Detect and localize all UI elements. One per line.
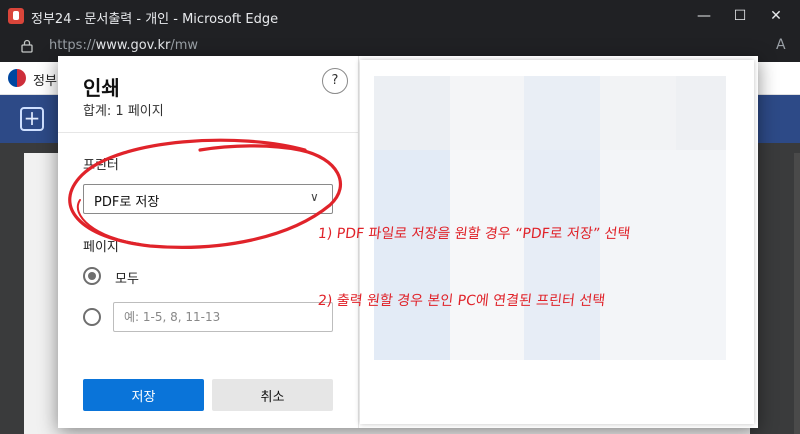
annotation-circle [68,138,342,249]
annotation-note-2: 2) 출력 원할 경우 본인 PC에 연결된 프린터 선택 [317,293,606,309]
annotation-note-1: 1) PDF 파일로 저장을 원할 경우 “PDF로 저장” 선택 [317,226,631,242]
